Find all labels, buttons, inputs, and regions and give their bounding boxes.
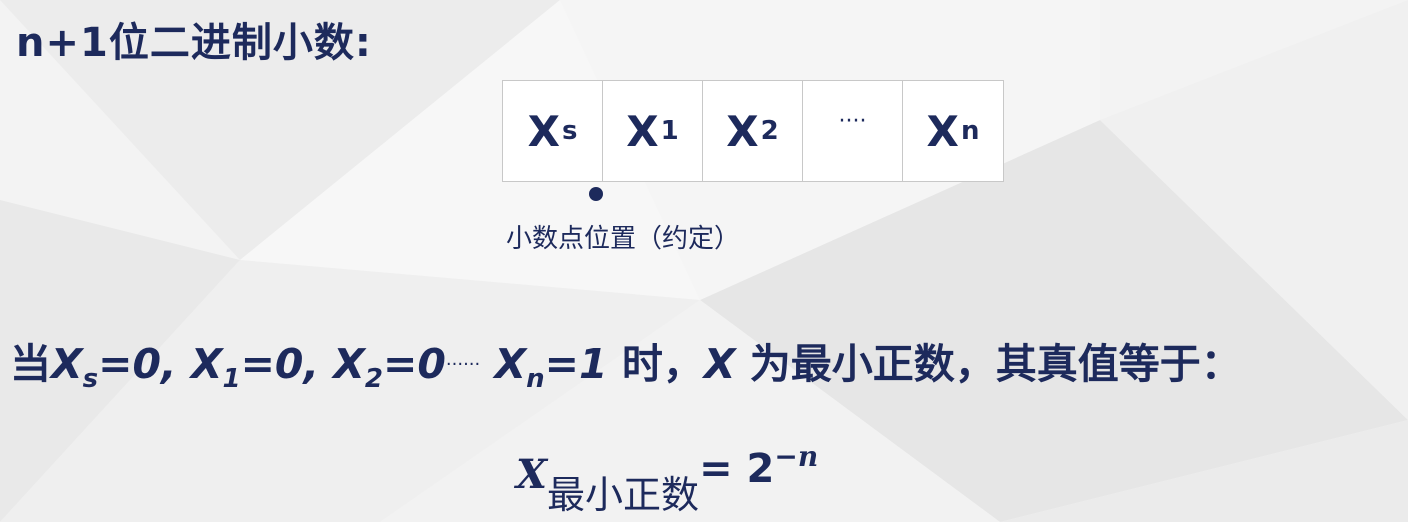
sub-s: s (82, 364, 99, 394)
sub-n: n (526, 364, 545, 394)
bit-cell-base: ···· (838, 108, 867, 134)
bit-cell-sub: n (960, 116, 980, 146)
ellipsis: ······ (445, 354, 481, 375)
bit-cell-sign: Xs (503, 81, 603, 181)
bit-cell-sub: 1 (660, 116, 679, 146)
bit-cell-base: X (926, 106, 959, 156)
condition-tail-2: 为最小正数，其真值等于： (735, 340, 1242, 388)
min-positive-formula: X最小正数= 2−n (516, 440, 818, 519)
bit-cell-base: X (626, 106, 659, 156)
formula-eq: = (699, 446, 747, 492)
slide-title: n+1位二进制小数: (16, 20, 372, 66)
var-x: X (190, 340, 223, 388)
eq-one: =1 (544, 340, 608, 388)
condition-statement: 当Xs=0, X1=0, X2=0······ Xn=1 时，X 为最小正数，其… (10, 330, 1242, 394)
sub-1: 1 (222, 364, 241, 394)
bit-cell-base: X (527, 106, 560, 156)
bit-cell-2: X2 (703, 81, 803, 181)
condition-lead: 当 (10, 340, 51, 388)
condition-tail-1: 时， (607, 340, 704, 388)
bit-cell-base: X (726, 106, 759, 156)
sub-2: 2 (364, 364, 384, 394)
var-x: X (703, 340, 736, 388)
eq-zero-last: =0 (383, 340, 446, 388)
var-x: X (494, 340, 527, 388)
eq-zero: =0, (98, 340, 191, 388)
decimal-point-marker (589, 187, 603, 201)
bit-cell-ellipsis: ···· (803, 81, 903, 181)
bit-cell-sub: s (561, 116, 578, 146)
bit-cell-sub: 2 (760, 116, 779, 146)
var-x: X (333, 340, 365, 388)
formula-var: X (516, 451, 548, 498)
var-x: X (51, 340, 83, 388)
decimal-point-label: 小数点位置（约定） (506, 224, 741, 254)
formula-sub: 最小正数 (547, 473, 700, 517)
formula-base: 2 (746, 446, 775, 492)
eq-zero: =0, (240, 340, 334, 388)
bit-cell-1: X1 (603, 81, 703, 181)
bit-cell-n: Xn (903, 81, 1003, 181)
binary-bit-table: Xs X1 X2 ···· Xn (502, 80, 1004, 182)
formula-exponent: −n (774, 440, 819, 473)
